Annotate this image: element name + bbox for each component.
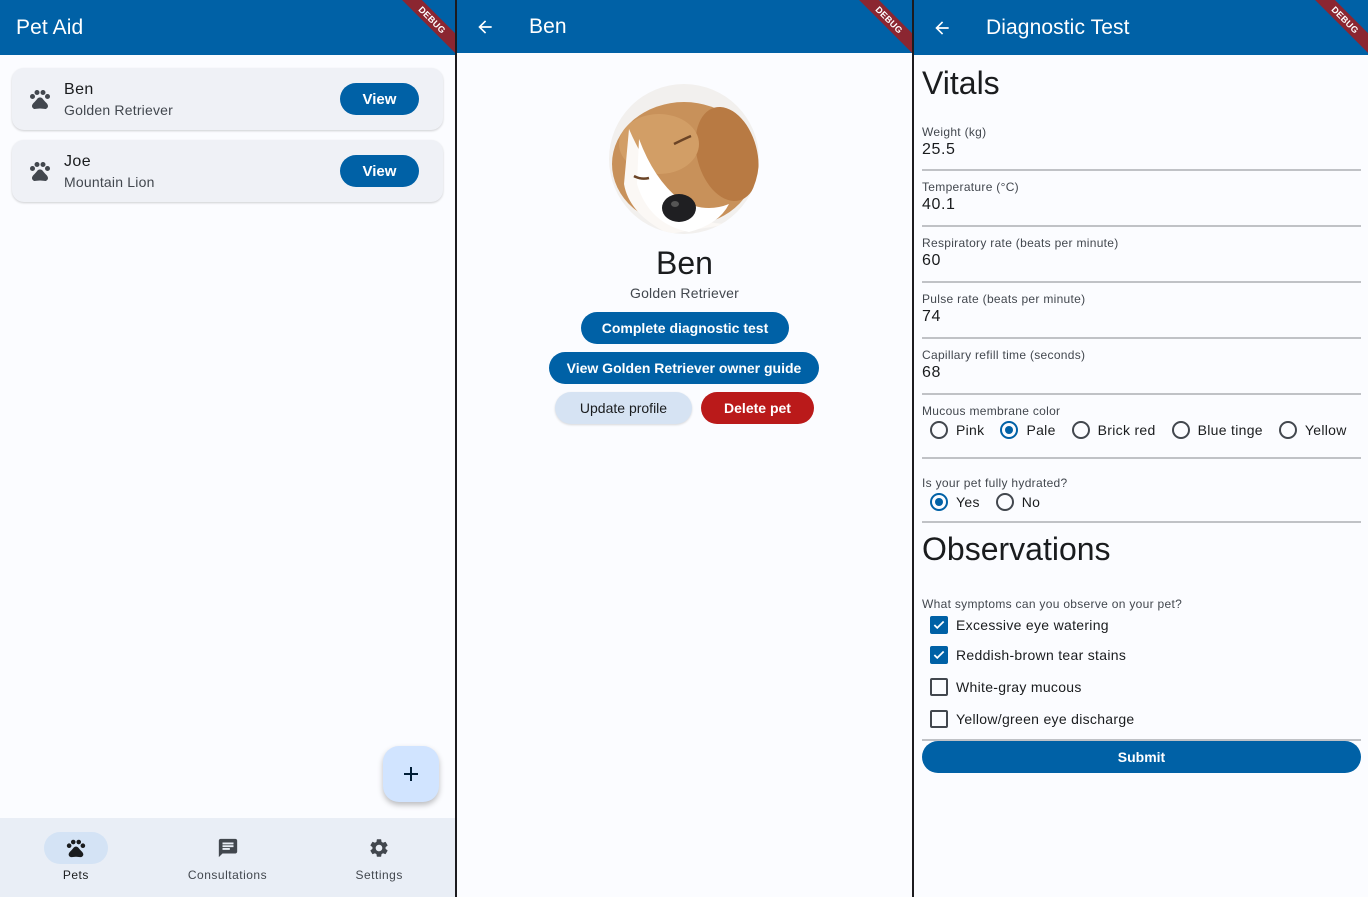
back-button[interactable]: [473, 15, 497, 39]
plus-icon: [404, 767, 418, 781]
checkbox-yellow-green-eye-discharge[interactable]: Yellow/green eye discharge: [922, 703, 1361, 735]
mucous-color-options: Pink Pale Brick red Blue tinge Yellow: [922, 421, 1361, 439]
radio-icon: [1171, 421, 1190, 439]
weight-field[interactable]: Weight (kg): [922, 115, 1361, 171]
nav-item-consultations[interactable]: Consultations: [152, 818, 304, 897]
add-pet-fab[interactable]: [383, 746, 439, 802]
paw-icon: [30, 90, 50, 110]
field-label: Mucous membrane color: [922, 404, 1061, 418]
radio-icon: [1278, 421, 1297, 439]
debug-banner: DEBUG: [852, 0, 912, 60]
pet-name: Ben: [64, 80, 94, 98]
field-label: What symptoms can you observe on your pe…: [922, 597, 1183, 611]
radio-pink[interactable]: Pink: [922, 421, 984, 439]
diagnostic-form: Vitals Weight (kg) Temperature (°C) Resp…: [922, 55, 1361, 773]
back-button[interactable]: [930, 16, 954, 40]
app-bar: Ben DEBUG: [457, 0, 912, 57]
view-pet-button[interactable]: View: [340, 155, 419, 187]
weight-input[interactable]: [922, 141, 1361, 159]
observations-heading: Observations: [922, 531, 1111, 567]
temperature-field[interactable]: Temperature (°C): [922, 171, 1361, 227]
respiratory-rate-input[interactable]: [922, 252, 1361, 270]
arrow-back-icon: [478, 19, 492, 34]
view-pet-button[interactable]: View: [340, 83, 419, 115]
pet-name-heading: Ben: [656, 245, 713, 281]
capillary-refill-field[interactable]: Capillary refill time (seconds): [922, 339, 1361, 395]
radio-icon: [1071, 421, 1090, 439]
field-label: Capillary refill time (seconds): [922, 348, 1086, 362]
diagnostic-test-screen: Diagnostic Test DEBUG Vitals Weight (kg)…: [914, 0, 1368, 897]
pet-breed: Golden Retriever: [629, 285, 740, 301]
delete-pet-button[interactable]: Delete pet: [701, 392, 814, 424]
field-label: Respiratory rate (beats per minute): [922, 236, 1119, 250]
gear-icon: [370, 839, 388, 857]
radio-blue-tinge[interactable]: Blue tinge: [1164, 421, 1263, 439]
pet-card-joe[interactable]: Joe Mountain Lion View: [12, 140, 443, 202]
radio-yes[interactable]: Yes: [922, 493, 980, 511]
radio-brick-red[interactable]: Brick red: [1064, 421, 1156, 439]
checkbox-checked-icon: [930, 616, 948, 634]
vitals-heading: Vitals: [922, 65, 1000, 101]
pet-breed: Golden Retriever: [64, 101, 174, 118]
nav-label: Pets: [62, 868, 89, 882]
pet-name: Joe: [64, 152, 91, 170]
nav-item-pets[interactable]: Pets: [0, 818, 152, 897]
capillary-refill-input[interactable]: [922, 364, 1361, 382]
chat-icon: [218, 838, 237, 858]
pet-detail-screen: Ben DEBUG Ben Golden Retriever Complete …: [457, 0, 912, 897]
paw-icon: [30, 162, 50, 182]
update-profile-button[interactable]: Update profile: [555, 392, 692, 424]
checkbox-excessive-eye-watering[interactable]: Excessive eye watering: [922, 611, 1361, 639]
pets-screen: Pet Aid DEBUG Ben Golden Retriever View …: [0, 0, 455, 897]
checkbox-checked-icon: [930, 646, 948, 664]
app-bar: Pet Aid DEBUG: [0, 0, 455, 57]
radio-yellow[interactable]: Yellow: [1271, 421, 1347, 439]
bottom-navigation: Pets Consultations Settings: [0, 818, 455, 897]
arrow-back-icon: [935, 20, 949, 35]
nav-label: Consultations: [187, 868, 268, 882]
checkbox-reddish-brown-tear-stains[interactable]: Reddish-brown tear stains: [922, 639, 1361, 671]
nav-label: Settings: [355, 868, 403, 882]
pulse-rate-field[interactable]: Pulse rate (beats per minute): [922, 283, 1361, 339]
hydrated-group: Is your pet fully hydrated? Yes No: [922, 459, 1361, 523]
radio-icon: [995, 493, 1014, 511]
symptoms-group: What symptoms can you observe on your pe…: [922, 587, 1361, 741]
field-label: Weight (kg): [922, 125, 987, 139]
radio-icon: [930, 421, 948, 439]
radio-selected-icon: [1000, 421, 1019, 439]
field-label: Temperature (°C): [922, 180, 1019, 194]
pet-breed: Mountain Lion: [64, 173, 155, 190]
field-label: Is your pet fully hydrated?: [922, 476, 1068, 490]
debug-banner: DEBUG: [395, 0, 455, 60]
app-title: Pet Aid: [16, 15, 84, 39]
radio-pale[interactable]: Pale: [992, 421, 1055, 439]
owner-guide-button[interactable]: View Golden Retriever owner guide: [549, 352, 819, 384]
radio-selected-icon: [930, 493, 948, 511]
pet-avatar: [609, 84, 759, 234]
sleeping-puppy-photo: [609, 84, 759, 234]
complete-diagnostic-button[interactable]: Complete diagnostic test: [581, 312, 789, 344]
checkbox-icon: [930, 710, 948, 728]
temperature-input[interactable]: [922, 196, 1361, 214]
hydrated-options: Yes No: [922, 493, 1361, 511]
app-title: Ben: [529, 14, 567, 38]
checkbox-icon: [930, 678, 948, 696]
field-label: Pulse rate (beats per minute): [922, 292, 1086, 306]
respiratory-rate-field[interactable]: Respiratory rate (beats per minute): [922, 227, 1361, 283]
mucous-color-group: Mucous membrane color Pink Pale Brick re…: [922, 395, 1361, 459]
pulse-rate-input[interactable]: [922, 308, 1361, 326]
app-title: Diagnostic Test: [986, 15, 1130, 39]
radio-no[interactable]: No: [988, 493, 1041, 511]
pet-card-ben[interactable]: Ben Golden Retriever View: [12, 68, 443, 130]
paw-icon: [66, 839, 85, 858]
nav-item-settings[interactable]: Settings: [303, 818, 455, 897]
app-bar: Diagnostic Test DEBUG: [914, 0, 1368, 57]
submit-button[interactable]: Submit: [922, 741, 1361, 773]
debug-banner: DEBUG: [1308, 0, 1368, 60]
checkbox-white-gray-mucous[interactable]: White-gray mucous: [922, 671, 1361, 703]
